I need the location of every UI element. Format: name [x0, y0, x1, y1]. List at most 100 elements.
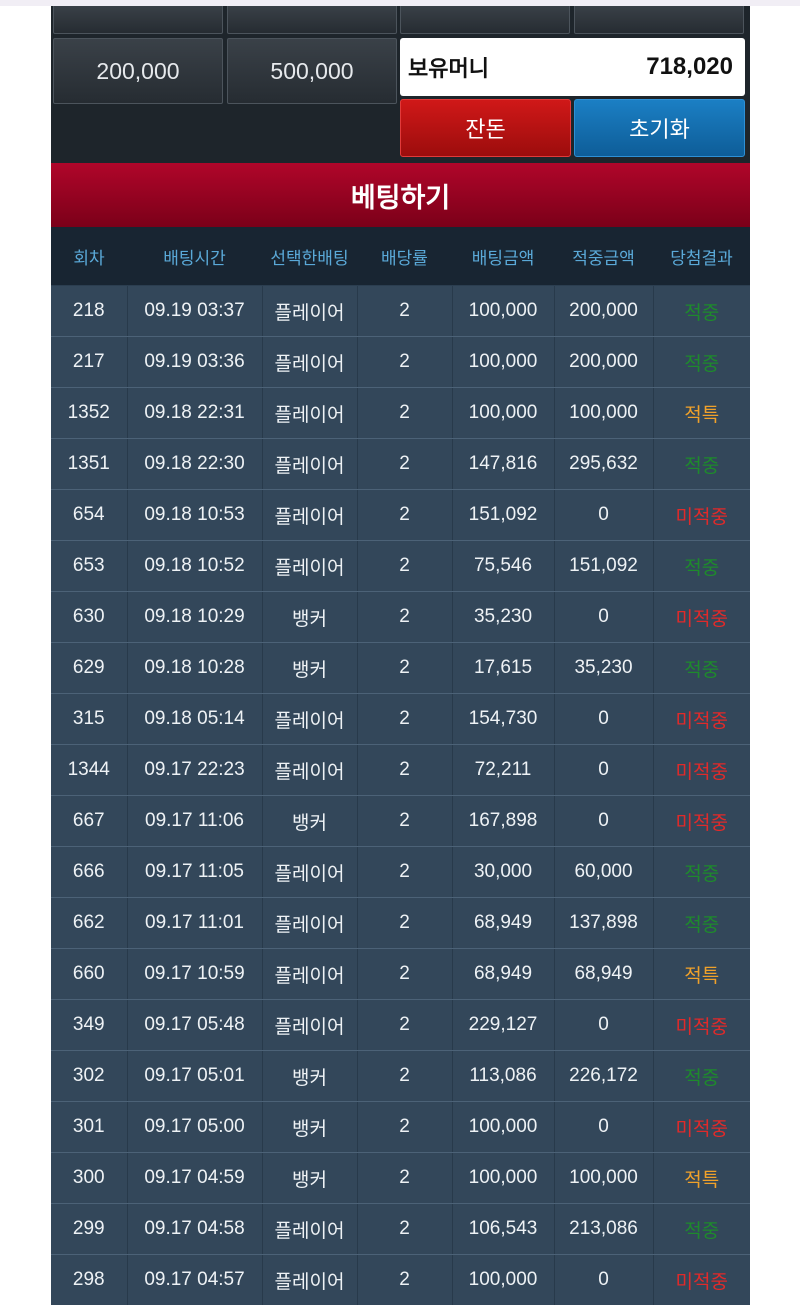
cell-bet-amount: 30,000	[452, 846, 555, 898]
cell-pick: 플레이어	[262, 438, 358, 490]
cell-time: 09.17 04:59	[127, 1152, 263, 1204]
col-header-bet-amount: 배팅금액	[452, 227, 554, 286]
cell-time: 09.17 11:06	[127, 795, 263, 847]
cell-round: 629	[51, 642, 128, 694]
bet-rows: 218 09.19 03:37 플레이어 2 100,000 200,000 적중 217 09…	[51, 285, 750, 1305]
table-row: 666 09.17 11:05 플레이어 2 30,000 60,000 적중	[51, 846, 750, 898]
cell-odds: 2	[357, 285, 453, 337]
cell-result: 미적중	[653, 693, 750, 745]
cell-bet-amount: 167,898	[452, 795, 555, 847]
cell-bet-amount: 100,000	[452, 1152, 555, 1204]
cell-payout: 0	[554, 693, 654, 745]
cell-time: 09.18 22:30	[127, 438, 263, 490]
cell-bet-amount: 68,949	[452, 897, 555, 949]
cell-bet-amount: 100,000	[452, 336, 555, 388]
cell-pick: 뱅커	[262, 591, 358, 643]
cell-pick: 플레이어	[262, 744, 358, 796]
col-header-time: 배팅시간	[127, 227, 262, 286]
cell-payout: 0	[554, 999, 654, 1051]
cell-result: 적중	[653, 336, 750, 388]
cell-result: 적특	[653, 387, 750, 439]
cell-payout: 200,000	[554, 336, 654, 388]
cell-result: 미적중	[653, 1254, 750, 1305]
amount-button-200000[interactable]: 200,000	[53, 38, 223, 104]
cell-bet-amount: 17,615	[452, 642, 555, 694]
cell-round: 662	[51, 897, 128, 949]
cell-time: 09.18 22:31	[127, 387, 263, 439]
cell-round: 300	[51, 1152, 128, 1204]
cell-payout: 137,898	[554, 897, 654, 949]
cell-payout: 0	[554, 1254, 654, 1305]
cell-pick: 플레이어	[262, 336, 358, 388]
amount-button-top-2[interactable]	[227, 6, 397, 34]
cell-bet-amount: 106,543	[452, 1203, 555, 1255]
cell-result: 미적중	[653, 489, 750, 541]
cell-odds: 2	[357, 744, 453, 796]
betting-header[interactable]: 베팅하기	[51, 163, 750, 227]
cell-payout: 100,000	[554, 1152, 654, 1204]
cell-result: 적특	[653, 1152, 750, 1204]
cell-round: 302	[51, 1050, 128, 1102]
cell-payout: 0	[554, 591, 654, 643]
cell-payout: 200,000	[554, 285, 654, 337]
cell-time: 09.17 10:59	[127, 948, 263, 1000]
cell-round: 1352	[51, 387, 128, 439]
cell-result: 적중	[653, 438, 750, 490]
cell-payout: 226,172	[554, 1050, 654, 1102]
cell-pick: 뱅커	[262, 1152, 358, 1204]
cell-pick: 플레이어	[262, 387, 358, 439]
cell-time: 09.18 05:14	[127, 693, 263, 745]
cell-odds: 2	[357, 642, 453, 694]
cell-time: 09.17 05:00	[127, 1101, 263, 1153]
table-row: 654 09.18 10:53 플레이어 2 151,092 0 미적중	[51, 489, 750, 541]
table-row: 653 09.18 10:52 플레이어 2 75,546 151,092 적중	[51, 540, 750, 592]
cell-result: 적중	[653, 642, 750, 694]
cell-payout: 213,086	[554, 1203, 654, 1255]
cell-payout: 295,632	[554, 438, 654, 490]
cell-bet-amount: 100,000	[452, 285, 555, 337]
cell-pick: 뱅커	[262, 642, 358, 694]
cell-payout: 0	[554, 1101, 654, 1153]
cell-round: 653	[51, 540, 128, 592]
cell-bet-amount: 100,000	[452, 387, 555, 439]
cell-bet-amount: 154,730	[452, 693, 555, 745]
cell-round: 654	[51, 489, 128, 541]
change-button[interactable]: 잔돈	[400, 99, 571, 157]
cell-pick: 플레이어	[262, 897, 358, 949]
cell-bet-amount: 229,127	[452, 999, 555, 1051]
cell-payout: 0	[554, 744, 654, 796]
table-row: 218 09.19 03:37 플레이어 2 100,000 200,000 적중	[51, 285, 750, 337]
reset-button[interactable]: 초기화	[574, 99, 745, 157]
cell-time: 09.17 04:57	[127, 1254, 263, 1305]
cell-odds: 2	[357, 1050, 453, 1102]
amount-button-top-3[interactable]	[400, 6, 570, 34]
table-row: 300 09.17 04:59 뱅커 2 100,000 100,000 적특	[51, 1152, 750, 1204]
amount-button-top-1[interactable]	[53, 6, 223, 34]
cell-result: 적중	[653, 1050, 750, 1102]
cell-round: 660	[51, 948, 128, 1000]
cell-time: 09.18 10:29	[127, 591, 263, 643]
cell-odds: 2	[357, 387, 453, 439]
cell-result: 미적중	[653, 1101, 750, 1153]
cell-bet-amount: 151,092	[452, 489, 555, 541]
table-row: 299 09.17 04:58 플레이어 2 106,543 213,086 적중	[51, 1203, 750, 1255]
col-header-odds: 배당률	[357, 227, 452, 286]
table-row: 315 09.18 05:14 플레이어 2 154,730 0 미적중	[51, 693, 750, 745]
cell-payout: 68,949	[554, 948, 654, 1000]
cell-time: 09.17 11:05	[127, 846, 263, 898]
amount-button-top-4[interactable]	[574, 6, 744, 34]
cell-pick: 플레이어	[262, 846, 358, 898]
cell-round: 349	[51, 999, 128, 1051]
col-header-payout: 적중금액	[554, 227, 653, 286]
cell-payout: 35,230	[554, 642, 654, 694]
amount-button-500000[interactable]: 500,000	[227, 38, 397, 104]
cell-time: 09.19 03:37	[127, 285, 263, 337]
table-row: 349 09.17 05:48 플레이어 2 229,127 0 미적중	[51, 999, 750, 1051]
cell-round: 667	[51, 795, 128, 847]
cell-pick: 플레이어	[262, 693, 358, 745]
cell-odds: 2	[357, 1152, 453, 1204]
cell-result: 적특	[653, 948, 750, 1000]
table-header-row: 회차 배팅시간 선택한배팅 배당률 배팅금액 적중금액 당첨결과	[51, 227, 750, 286]
cell-result: 적중	[653, 540, 750, 592]
cell-payout: 0	[554, 795, 654, 847]
